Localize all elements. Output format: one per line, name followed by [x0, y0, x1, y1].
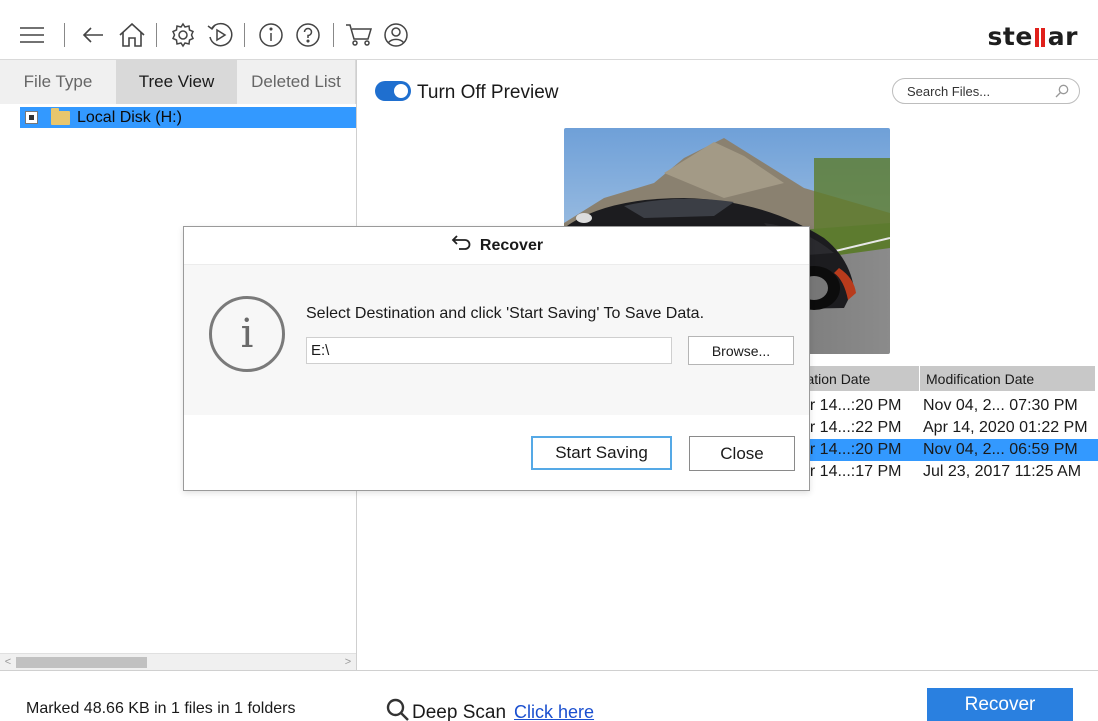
toolbar: ste ar — [0, 10, 1098, 60]
search-box[interactable] — [892, 78, 1080, 104]
scroll-left-icon[interactable]: < — [0, 654, 16, 670]
search-icon[interactable] — [1055, 84, 1069, 103]
info-icon: i — [209, 296, 285, 372]
tab-deleted-list[interactable]: Deleted List — [237, 60, 356, 104]
magnifier-icon — [386, 698, 410, 721]
view-tabs: File Type Tree View Deleted List — [0, 60, 356, 104]
dialog-message: Select Destination and click 'Start Savi… — [306, 305, 705, 322]
preview-toggle-label: Turn Off Preview — [417, 82, 559, 103]
deep-scan-label: Deep Scan — [412, 701, 507, 721]
settings-icon[interactable] — [169, 21, 197, 49]
search-input[interactable] — [907, 83, 1047, 100]
recover-dialog: Recover i Select Destination and click '… — [183, 226, 810, 491]
modification-date-cell: Nov 04, 2... 06:59 PM — [923, 441, 1078, 458]
column-header-modification-date[interactable]: Modification Date — [920, 366, 1096, 391]
horizontal-scrollbar[interactable]: < > — [0, 653, 356, 670]
title-bar — [0, 0, 1098, 10]
toolbar-divider — [333, 23, 334, 47]
dialog-title: Recover — [479, 236, 544, 254]
home-icon[interactable] — [118, 21, 146, 49]
preview-toggle[interactable] — [375, 81, 411, 101]
start-saving-button[interactable]: Start Saving — [531, 436, 672, 470]
recover-icon — [450, 235, 472, 256]
resume-recovery-icon[interactable] — [206, 21, 234, 49]
toolbar-divider — [64, 23, 65, 47]
deep-scan-area: Deep Scan Click here — [386, 698, 594, 721]
tree-checkbox[interactable] — [25, 111, 38, 124]
toolbar-divider — [156, 23, 157, 47]
modification-date-cell: Apr 14, 2020 01:22 PM — [923, 419, 1088, 436]
toolbar-divider — [244, 23, 245, 47]
back-arrow-icon[interactable] — [79, 21, 107, 49]
menu-icon[interactable] — [18, 21, 46, 49]
browse-button[interactable]: Browse... — [688, 336, 794, 365]
destination-path-field[interactable] — [306, 337, 672, 364]
deep-scan-link[interactable]: Click here — [514, 702, 594, 721]
tree-item-label: Local Disk (H:) — [77, 108, 182, 126]
creation-date-cell: pr 14...:22 PM — [801, 419, 902, 436]
recover-button[interactable]: Recover — [927, 688, 1073, 721]
creation-date-cell: pr 14...:20 PM — [801, 397, 902, 414]
close-button[interactable]: Close — [689, 436, 795, 471]
modification-date-cell: Jul 23, 2017 11:25 AM — [923, 463, 1082, 480]
app-window: ste ar File Type Tree View Deleted List L… — [0, 0, 1098, 721]
dialog-body: i Select Destination and click 'Start Sa… — [184, 265, 809, 415]
scroll-right-icon[interactable]: > — [340, 654, 356, 670]
info-icon[interactable] — [257, 21, 285, 49]
help-icon[interactable] — [294, 21, 322, 49]
creation-date-cell: pr 14...:17 PM — [801, 463, 902, 480]
folder-icon — [51, 107, 70, 125]
marked-summary: Marked 48.66 KB in 1 files in 1 folders — [26, 700, 296, 717]
logo-mark — [1034, 28, 1047, 47]
tab-file-type[interactable]: File Type — [0, 60, 117, 104]
dialog-title-bar: Recover — [184, 227, 809, 265]
status-bar: Marked 48.66 KB in 1 files in 1 folders … — [0, 670, 1098, 721]
stellar-logo: ste ar — [987, 22, 1078, 51]
creation-date-cell: pr 14...:20 PM — [801, 441, 902, 458]
tab-tree-view[interactable]: Tree View — [117, 60, 237, 104]
cart-icon[interactable] — [345, 21, 373, 49]
scrollbar-thumb[interactable] — [16, 657, 147, 668]
modification-date-cell: Nov 04, 2... 07:30 PM — [923, 397, 1078, 414]
account-icon[interactable] — [382, 21, 410, 49]
tree-item-local-disk[interactable]: Local Disk (H:) — [20, 107, 356, 128]
